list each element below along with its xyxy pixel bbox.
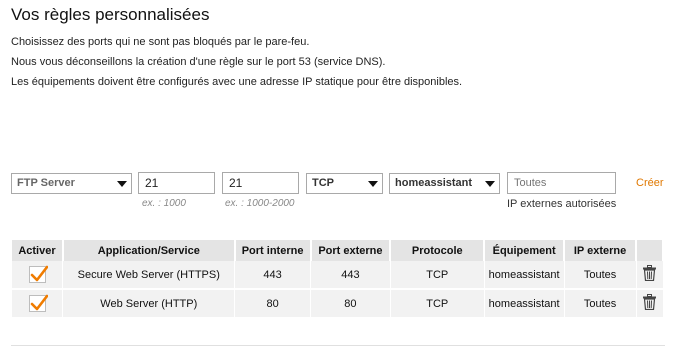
header-actions (636, 240, 664, 261)
ip-externe-cell: Toutes (564, 288, 637, 317)
header-port-interne: Port interne (234, 240, 312, 261)
table-row: Secure Web Server (HTTPS) 443 443 TCP ho… (12, 261, 664, 289)
header-application: Application/Service (62, 240, 236, 261)
port-externe-cell: 80 (310, 288, 391, 317)
activer-checkbox[interactable] (28, 294, 48, 312)
activer-checkbox[interactable] (28, 265, 48, 283)
application-select-value: FTP Server (17, 177, 75, 189)
port-externe-hint: ex. : 1000-2000 (225, 198, 295, 209)
protocole-select[interactable]: TCP (306, 173, 383, 194)
actions-cell (636, 261, 664, 289)
header-ip-externe: IP externe (564, 240, 637, 261)
protocole-cell: TCP (390, 288, 485, 317)
activer-cell (12, 288, 64, 317)
create-button[interactable]: Créer (636, 177, 664, 189)
port-externe-cell: 443 (310, 261, 391, 289)
trash-icon (643, 294, 656, 311)
activer-cell (12, 261, 64, 289)
ip-externe-input[interactable] (507, 172, 616, 194)
chevron-down-icon (485, 181, 495, 187)
chevron-down-icon (368, 181, 378, 187)
page-title: Vos règles personnalisées (11, 5, 210, 24)
application-cell: Secure Web Server (HTTPS) (62, 261, 236, 289)
protocole-cell: TCP (390, 261, 485, 289)
delete-button[interactable] (643, 294, 656, 313)
header-equipement: Équipement (484, 240, 566, 261)
description-line-2: Nous vous déconseillons la création d'un… (11, 56, 386, 68)
trash-icon (643, 265, 656, 282)
application-select[interactable]: FTP Server (11, 173, 132, 194)
description-line-3: Les équipements doivent être configurés … (11, 76, 463, 88)
rules-table: Activer Application/Service Port interne… (12, 240, 664, 317)
table-row: Web Server (HTTP) 80 80 TCP homeassistan… (12, 288, 664, 317)
port-interne-input[interactable] (138, 172, 215, 194)
ip-externe-hint: IP externes autorisées (507, 198, 617, 210)
header-protocole: Protocole (390, 240, 486, 261)
ip-externe-cell: Toutes (564, 261, 637, 289)
equipement-select-value: homeassistant (395, 177, 473, 189)
port-externe-input[interactable] (222, 172, 299, 194)
port-interne-cell: 80 (234, 288, 311, 317)
actions-cell (636, 288, 664, 317)
delete-button[interactable] (643, 265, 656, 284)
checkmark-icon (30, 294, 48, 311)
port-interne-hint: ex. : 1000 (142, 198, 186, 209)
equipement-cell: homeassistant (484, 261, 565, 289)
checkmark-icon (30, 265, 48, 282)
equipement-select[interactable]: homeassistant (389, 173, 500, 194)
chevron-down-icon (117, 181, 127, 187)
header-port-externe: Port externe (310, 240, 392, 261)
application-cell: Web Server (HTTP) (62, 288, 236, 317)
equipement-cell: homeassistant (484, 288, 565, 317)
divider (11, 345, 665, 346)
protocole-select-value: TCP (312, 177, 334, 189)
description-line-1: Choisissez des ports qui ne sont pas blo… (11, 36, 310, 48)
header-activer: Activer (12, 240, 64, 261)
port-interne-cell: 443 (234, 261, 311, 289)
table-header-row: Activer Application/Service Port interne… (12, 240, 664, 261)
